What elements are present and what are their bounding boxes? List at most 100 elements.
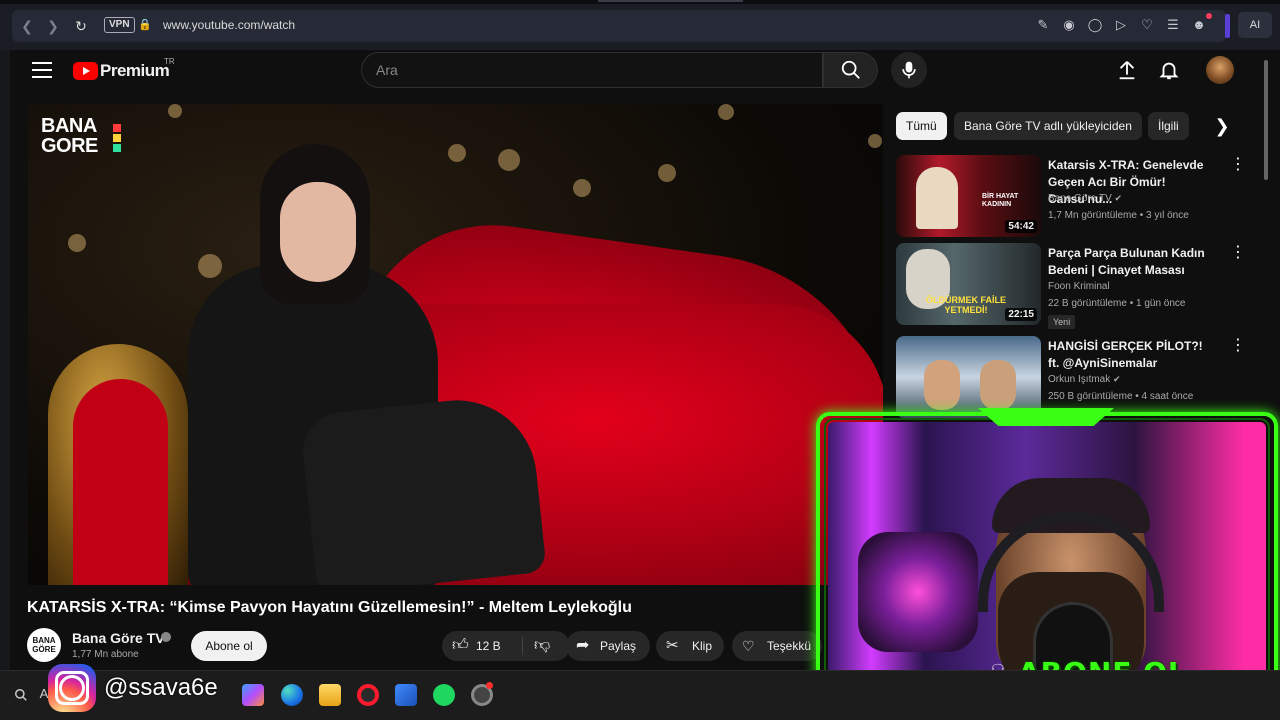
thanks-button[interactable]: ♡ Teşekkü xyxy=(732,631,822,661)
recommended-item[interactable]: HANGİSİ GERÇEK PİLOT?! ft. @AyniSinemala… xyxy=(896,336,1246,418)
subscriber-count: 1,77 Mn abone xyxy=(72,649,139,660)
camera-icon[interactable]: ◉ xyxy=(1060,16,1078,34)
recommended-channel-name: Orkun Işıtmak xyxy=(1048,374,1111,385)
bokeh-light xyxy=(498,149,520,171)
taskbar-search[interactable]: A xyxy=(14,686,48,702)
recommended-meta: 250 B görüntüleme • 4 saat önce xyxy=(1048,391,1194,402)
frame-top-tab xyxy=(978,408,1114,426)
scissors-icon: ✂ xyxy=(666,637,679,654)
instagram-icon xyxy=(48,664,96,712)
video-player[interactable]: BANA GORE xyxy=(28,104,883,585)
watermark-red-square xyxy=(113,124,121,132)
thumbnail-text: BİR HAYAT KADININ xyxy=(982,193,1019,208)
upload-icon[interactable] xyxy=(1116,59,1138,81)
scrollbar-thumb[interactable] xyxy=(1264,60,1268,180)
like-count: 12 B xyxy=(476,639,501,653)
ai-label: AI xyxy=(1249,19,1261,31)
url-text[interactable]: www.youtube.com/watch xyxy=(163,18,295,32)
search-icon xyxy=(15,688,27,701)
bokeh-light xyxy=(168,104,182,118)
search-input[interactable] xyxy=(362,53,822,87)
shield-icon[interactable]: ◯ xyxy=(1086,16,1104,34)
video-thumbnail[interactable] xyxy=(896,336,1041,418)
logo-text: Premium xyxy=(100,61,170,80)
sidebar-accent xyxy=(1225,14,1230,38)
clip-button[interactable]: ✂ Klip xyxy=(656,631,724,661)
back-icon[interactable]: ❮ xyxy=(18,17,36,35)
watermark-line2: GORE xyxy=(41,135,98,157)
youtube-play-icon xyxy=(73,62,98,80)
bell-icon[interactable] xyxy=(1158,59,1180,81)
notification-dot xyxy=(1206,13,1212,19)
thumbs-up-icon: 👍︎ xyxy=(452,637,469,654)
video-thumbnail[interactable]: BİR HAYAT KADININ 54:42 xyxy=(896,155,1041,237)
recommended-title[interactable]: Parça Parça Bulunan Kadın Bedeni | Cinay… xyxy=(1048,245,1208,279)
bokeh-light xyxy=(718,104,734,120)
notification-dot xyxy=(486,682,493,689)
search-button[interactable] xyxy=(823,52,878,88)
more-vert-icon[interactable]: ⋮ xyxy=(1230,245,1246,261)
chip-uploader[interactable]: Bana Göre TV adlı yükleyiciden xyxy=(954,112,1142,140)
mail-app-icon[interactable] xyxy=(395,684,417,706)
more-vert-icon[interactable]: ⋮ xyxy=(1230,338,1246,354)
voice-search-button[interactable] xyxy=(891,52,927,88)
lock-icon[interactable]: 🔒 xyxy=(138,18,152,31)
watermark-green-square xyxy=(113,144,121,152)
recommended-title[interactable]: HANGİSİ GERÇEK PİLOT?! ft. @AyniSinemala… xyxy=(1048,338,1208,372)
chevron-right-icon[interactable]: ❯ xyxy=(1210,114,1234,138)
verified-icon: ✔ xyxy=(1113,374,1121,384)
recommended-meta: 1,7 Mn görüntüleme • 3 yıl önce xyxy=(1048,210,1189,221)
person-face xyxy=(280,182,356,282)
bokeh-light xyxy=(448,144,466,162)
share-button[interactable]: ➦ Paylaş xyxy=(566,631,650,661)
file-explorer-icon[interactable] xyxy=(319,684,341,706)
avatar[interactable] xyxy=(1206,56,1234,84)
chip-all[interactable]: Tümü xyxy=(896,112,947,140)
edge-browser-icon[interactable] xyxy=(281,684,303,706)
taskbar-search-text: A xyxy=(39,686,49,701)
recommended-channel[interactable]: Orkun Işıtmak ✔ xyxy=(1048,374,1121,385)
more-vert-icon[interactable]: ⋮ xyxy=(1230,157,1246,173)
thanks-icon: ♡ xyxy=(742,638,755,654)
video-title: KATARSİS X-TRA: “Kimse Pavyon Hayatını G… xyxy=(27,599,632,616)
menu-list-icon[interactable]: ☰ xyxy=(1164,16,1182,34)
vpn-badge[interactable]: VPN xyxy=(104,17,135,33)
forward-icon[interactable]: ❯ xyxy=(44,17,62,35)
chip-related[interactable]: İlgili xyxy=(1148,112,1189,140)
subscribe-button[interactable]: Abone ol xyxy=(191,631,267,661)
dislike-button[interactable]: 👎︎ xyxy=(526,631,570,661)
heart-icon[interactable]: ♡ xyxy=(1138,16,1156,34)
channel-avatar[interactable]: BANA GÖRE xyxy=(27,628,61,662)
like-button[interactable]: 👍︎ 12 B xyxy=(442,631,522,661)
recommended-item[interactable]: ÖLDÜRMEK FAİLE YETMEDİ! 22:15 Parça Parç… xyxy=(896,243,1246,329)
thanks-label: Teşekkü xyxy=(767,639,812,653)
opera-browser-icon[interactable] xyxy=(357,684,379,706)
channel-name[interactable]: Bana Göre TV xyxy=(72,630,165,646)
reload-icon[interactable]: ↻ xyxy=(72,17,90,35)
new-badge: Yeni xyxy=(1048,315,1076,329)
recommended-item[interactable]: BİR HAYAT KADININ 54:42 Katarsis X-TRA: … xyxy=(896,155,1246,237)
copilot-icon[interactable] xyxy=(242,684,264,706)
ai-button[interactable]: AI xyxy=(1238,12,1272,38)
bokeh-light xyxy=(868,134,882,148)
video-duration: 22:15 xyxy=(1005,308,1037,321)
send-icon[interactable]: ▷ xyxy=(1112,16,1130,34)
recommended-channel[interactable]: Bana Göre TV ✔ xyxy=(1048,193,1122,204)
verified-icon xyxy=(161,632,171,642)
spotify-icon[interactable] xyxy=(433,684,455,706)
recommended-channel-name: Bana Göre TV xyxy=(1048,193,1112,204)
active-tab-indicator[interactable] xyxy=(598,0,743,2)
bokeh-light xyxy=(68,234,86,252)
search-box[interactable] xyxy=(361,52,823,88)
person-legs xyxy=(299,392,547,585)
menu-icon[interactable] xyxy=(32,62,52,78)
recommended-channel[interactable]: Foon Kriminal xyxy=(1048,281,1110,292)
thumbnail-person xyxy=(980,360,1016,410)
account-icon[interactable]: ☻ xyxy=(1190,16,1208,34)
region-code: TR xyxy=(164,57,175,66)
watermark-line1: BANA xyxy=(41,115,97,137)
edit-icon[interactable]: ✎ xyxy=(1034,16,1052,34)
recommended-meta: 22 B görüntüleme • 1 gün önce xyxy=(1048,298,1186,309)
video-thumbnail[interactable]: ÖLDÜRMEK FAİLE YETMEDİ! 22:15 xyxy=(896,243,1041,325)
bokeh-light xyxy=(658,164,676,182)
